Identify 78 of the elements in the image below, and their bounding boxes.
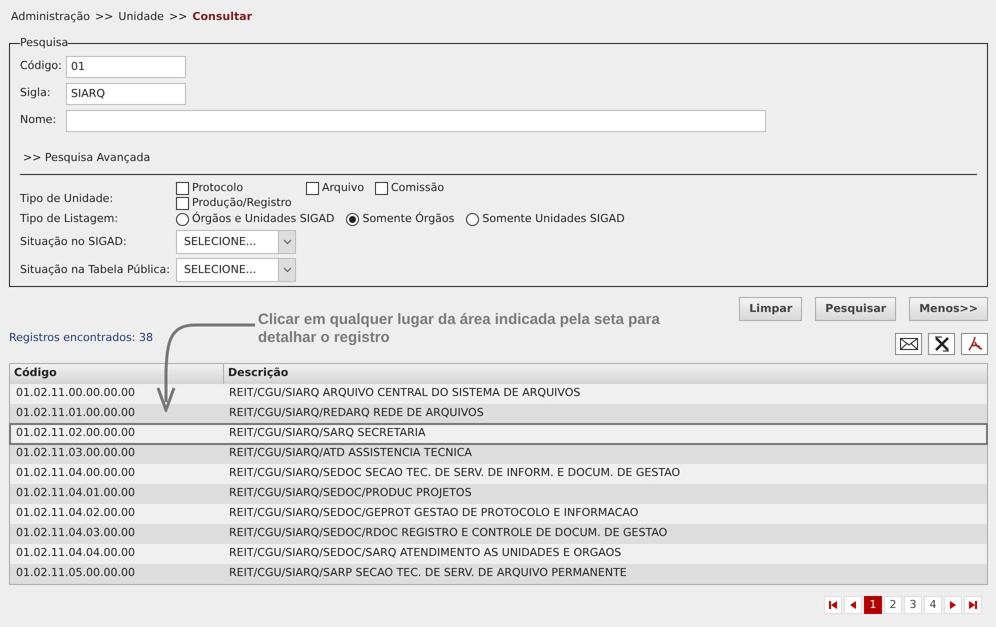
chevron-down-icon xyxy=(278,231,295,253)
page-button[interactable]: 1 xyxy=(864,596,882,614)
table-cell-text: REIT/CGU/SIARQ/REDARQ REDE DE ARQUIVOS xyxy=(228,405,485,422)
table-cell-text: 01.02.11.04.03.00.00 xyxy=(15,525,136,542)
table-cell-text: 01.02.11.02.00.00.00 xyxy=(15,425,136,442)
field-label: Sigla: xyxy=(20,85,52,102)
field-label: Situação na Tabela Pública: xyxy=(20,262,171,278)
radio-button[interactable] xyxy=(466,213,480,226)
first-page-icon[interactable] xyxy=(824,596,842,614)
table-row[interactable]: 01.02.11.04.03.00.00 REIT/CGU/SIARQ/SEDOC/RDOC REGISTRO E CONTROLE DE DOCUM. DE GESTAO xyxy=(10,524,987,544)
action-button[interactable]: Pesquisar xyxy=(815,297,896,321)
text-field[interactable]: SIARQ xyxy=(66,82,186,104)
radio-label: Órgãos e Unidades SIGAD xyxy=(192,211,334,228)
action-button[interactable]: Limpar xyxy=(739,297,802,321)
table-row[interactable]: 01.02.11.04.01.00.00 REIT/CGU/SIARQ/SEDOC/PRODUC PROJETOS xyxy=(10,484,987,504)
field-label: Nome: xyxy=(20,112,58,128)
checkbox-label: Produção/Registro xyxy=(192,195,292,212)
chevron-down-icon xyxy=(278,259,295,281)
checkbox-label: Protocolo xyxy=(192,180,244,196)
table-row[interactable]: 01.02.11.01.00.00.00 REIT/CGU/SIARQ/REDARQ REDE DE ARQUIVOS xyxy=(10,404,987,424)
page-button[interactable]: 3 xyxy=(904,596,922,614)
breadcrumb-separator: >> xyxy=(168,8,188,25)
panel-legend: Pesquisa xyxy=(20,35,68,52)
radio-label: Somente Órgãos xyxy=(362,211,454,228)
breadcrumb-link[interactable]: Unidade xyxy=(118,8,164,26)
table-cell-text: REIT/CGU/SIARQ/SEDOC/SARQ ATENDIMENTO AS UNIDADES E ORGAOS xyxy=(228,545,622,562)
email-icon[interactable] xyxy=(895,332,922,354)
checkbox[interactable] xyxy=(176,182,189,195)
checkbox[interactable] xyxy=(375,182,388,195)
table-cell-text: 01.02.11.05.00.00.00 xyxy=(15,565,136,582)
checkbox-label: Arquivo xyxy=(322,180,364,196)
last-page-icon[interactable] xyxy=(964,596,982,614)
breadcrumb-link[interactable]: Consultar xyxy=(192,8,252,26)
page-button[interactable]: 4 xyxy=(924,596,942,614)
table-cell-text: REIT/CGU/SIARQ/ATD ASSISTENCIA TECNICA xyxy=(228,445,473,462)
table-cell-text: 01.02.11.04.01.00.00 xyxy=(15,485,136,502)
table-row[interactable]: 01.02.11.05.00.00.00 REIT/CGU/SIARQ/SARP SECAO TEC. DE SERV. DE ARQUIVO PERMANENTE xyxy=(10,564,987,584)
table-row[interactable]: 01.02.11.02.00.00.00 REIT/CGU/SIARQ/SARQ SECRETARIA xyxy=(10,424,987,444)
table-cell-text: REIT/CGU/SIARQ ARQUIVO CENTRAL DO SISTEMA DE ARQUIVOS xyxy=(228,385,582,402)
radio-button[interactable] xyxy=(176,213,189,226)
table-cell-text: REIT/CGU/SIARQ/SEDOC/RDOC REGISTRO E CONTROLE DE DOCUM. DE GESTAO xyxy=(228,525,668,542)
text-field[interactable]: 01 xyxy=(66,56,186,78)
radio-button[interactable] xyxy=(346,213,360,226)
dropdown[interactable]: SELECIONE... xyxy=(176,230,296,254)
advanced-search-toggle[interactable]: >> Pesquisa Avançada xyxy=(23,150,150,166)
field-label: Situação no SIGAD: xyxy=(20,234,128,250)
page-button[interactable]: 2 xyxy=(884,596,902,614)
spreadsheet-icon[interactable] xyxy=(928,332,955,354)
table-cell-text: REIT/CGU/SIARQ/SARP SECAO TEC. DE SERV. DE ARQUIVO PERMANENTE xyxy=(228,565,628,582)
field-label: Tipo de Listagem: xyxy=(20,211,120,228)
text-field[interactable] xyxy=(66,110,766,132)
table-row[interactable]: 01.02.11.03.00.00.00 REIT/CGU/SIARQ/ATD ASSISTENCIA TECNICA xyxy=(10,444,987,464)
table-cell-text: 01.02.11.04.00.00.00 xyxy=(15,465,136,482)
table-cell-text: 01.02.11.00.00.00.00 xyxy=(15,385,136,402)
checkbox[interactable] xyxy=(176,197,189,210)
table-cell-text: 01.02.11.04.04.00.00 xyxy=(15,545,136,562)
annotation-text: Clicar em qualquer lugar da área indicada pela seta para detalhar o registro xyxy=(258,311,661,347)
table-cell-text: 01.02.11.01.00.00.00 xyxy=(15,405,136,422)
breadcrumb-link[interactable]: Administração xyxy=(11,8,90,26)
table-cell-text: REIT/CGU/SIARQ/SEDOC/GEPROT GESTAO DE PROTOCOLO E INFORMACAO xyxy=(228,505,640,522)
field-label: Código: xyxy=(20,58,63,74)
table-cell-text: REIT/CGU/SIARQ/SEDOC SECAO TEC. DE SERV. DE INFORM. E DOCUM. DE GESTAO xyxy=(228,465,682,482)
records-count: Registros encontrados: 38 xyxy=(9,330,153,346)
table-cell-text: 01.02.11.04.02.00.00 xyxy=(15,505,136,522)
action-button[interactable]: Menos>> xyxy=(909,297,988,321)
field-label: Tipo de Unidade: xyxy=(20,191,114,207)
table-cell-text: REIT/CGU/SIARQ/SARQ SECRETARIA xyxy=(228,425,427,442)
next-page-icon[interactable] xyxy=(944,596,962,614)
checkbox-label: Comissão xyxy=(391,180,444,196)
radio-label: Somente Unidades SIGAD xyxy=(482,211,625,228)
table-cell-text: 01.02.11.03.00.00.00 xyxy=(15,445,136,462)
checkbox[interactable] xyxy=(306,182,319,195)
column-header: Descrição xyxy=(227,365,290,382)
breadcrumb-separator: >> xyxy=(94,8,114,25)
previous-page-icon[interactable] xyxy=(844,596,862,614)
table-cell-text: REIT/CGU/SIARQ/SEDOC/PRODUC PROJETOS xyxy=(228,485,473,502)
dropdown[interactable]: SELECIONE... xyxy=(176,258,296,282)
pdf-icon[interactable] xyxy=(961,332,988,354)
